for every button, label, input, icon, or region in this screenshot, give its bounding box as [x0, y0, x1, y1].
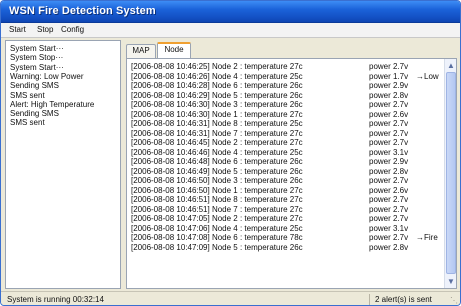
node-power-value: power 1.7v [369, 71, 409, 81]
menu-config[interactable]: Config [61, 25, 84, 34]
node-power-value: power 3.1v [369, 223, 409, 233]
system-log-line: System Stop··· [10, 53, 64, 63]
node-log-entry-text: [2006-08-08 10:46:46] Node 4 : temperatu… [131, 147, 303, 157]
node-power-value: power 2.7v [369, 100, 409, 109]
system-log-line: System Start··· [10, 62, 64, 72]
client-area: System Start··· System Stop··· System Star… [1, 38, 460, 291]
node-log-entry-text: [2006-08-08 10:46:49] Node 5 : temperatu… [131, 166, 303, 176]
node-alert-note: →Fire [416, 233, 438, 242]
system-log-line: Warning: Low Power [10, 71, 84, 81]
node-log-entry-text: [2006-08-08 10:46:29] Node 5 : temperatu… [131, 90, 303, 100]
node-log-entry-text: [2006-08-08 10:47:05] Node 2 : temperatu… [131, 214, 303, 223]
menu-bar: Start Stop Config [1, 23, 460, 38]
node-power-value: power 2.6v [369, 109, 409, 119]
node-power-value: power 2.7v [369, 233, 409, 242]
system-log-line: SMS sent [10, 118, 45, 128]
node-log-entry-text: [2006-08-08 10:47:09] Node 5 : temperatu… [131, 242, 303, 252]
node-log-entry-text: [2006-08-08 10:46:48] Node 6 : temperatu… [131, 157, 303, 166]
node-log-entry-text: [2006-08-08 10:46:31] Node 7 : temperatu… [131, 128, 303, 138]
node-log-entry-text: [2006-08-08 10:47:08] Node 6 : temperatu… [131, 233, 303, 242]
node-power-value: power 2.7v [369, 176, 409, 185]
resize-grip-icon[interactable]: ⋱ [450, 296, 458, 305]
status-running-text: System is running 00:32:14 [7, 295, 104, 304]
node-alert-note: →Low [416, 71, 439, 81]
tab-map[interactable]: MAP [126, 44, 156, 58]
node-log-entry-text: [2006-08-08 10:46:51] Node 8 : temperatu… [131, 195, 303, 204]
scroll-up-arrow-icon[interactable]: ▲ [446, 60, 456, 71]
node-log-entry-text: [2006-08-08 10:46:31] Node 8 : temperatu… [131, 119, 303, 128]
node-power-value: power 2.7v [369, 204, 409, 214]
status-bar: System is running 00:32:14 2 alert(s) is… [1, 291, 460, 305]
system-log-line: Sending SMS [10, 81, 59, 91]
node-power-value: power 2.6v [369, 185, 409, 195]
system-log-line: System Start··· [10, 44, 64, 53]
status-divider [369, 294, 370, 305]
node-power-value: power 2.9v [369, 81, 409, 90]
node-power-value: power 3.1v [369, 147, 409, 157]
node-power-value: power 2.8v [369, 242, 409, 252]
node-log-entry-text: [2006-08-08 10:46:30] Node 3 : temperatu… [131, 100, 303, 109]
tab-node[interactable]: Node [157, 42, 191, 58]
node-log-entry-text: [2006-08-08 10:46:50] Node 1 : temperatu… [131, 185, 303, 195]
menu-stop[interactable]: Stop [37, 25, 53, 34]
vertical-scrollbar[interactable]: ▲ ▼ [444, 59, 456, 288]
node-power-value: power 2.8v [369, 90, 409, 100]
system-log-line: SMS sent [10, 90, 45, 100]
node-power-value: power 2.7v [369, 119, 409, 128]
node-power-value: power 2.7v [369, 62, 409, 71]
node-log-entry-text: [2006-08-08 10:46:26] Node 4 : temperatu… [131, 71, 303, 81]
node-power-value: power 2.9v [369, 157, 409, 166]
node-power-value: power 2.7v [369, 138, 409, 147]
node-power-value: power 2.8v [369, 166, 409, 176]
node-log-entry-text: [2006-08-08 10:46:30] Node 1 : temperatu… [131, 109, 303, 119]
system-log-panel: System Start··· System Stop··· System Star… [5, 40, 121, 289]
node-log-entry-text: [2006-08-08 10:46:50] Node 3 : temperatu… [131, 176, 303, 185]
node-log-panel: [2006-08-08 10:46:25] Node 2 : temperatu… [126, 58, 457, 289]
menu-start[interactable]: Start [9, 25, 26, 34]
node-power-value: power 2.7v [369, 195, 409, 204]
system-log-line: Alert: High Temperature [10, 99, 95, 109]
node-log-entry-text: [2006-08-08 10:46:25] Node 2 : temperatu… [131, 62, 303, 71]
node-log-entry-text: [2006-08-08 10:46:28] Node 6 : temperatu… [131, 81, 303, 90]
node-power-value: power 2.7v [369, 214, 409, 223]
scrollbar-thumb[interactable] [446, 72, 456, 274]
node-log-entry-text: [2006-08-08 10:46:51] Node 7 : temperatu… [131, 204, 303, 214]
node-log-entry-text: [2006-08-08 10:46:45] Node 2 : temperatu… [131, 138, 303, 147]
node-power-value: power 2.7v [369, 128, 409, 138]
node-log-entry-text: [2006-08-08 10:47:06] Node 4 : temperatu… [131, 223, 303, 233]
window-title: WSN Fire Detection System [9, 5, 156, 17]
system-log-line: Sending SMS [10, 109, 59, 119]
scroll-down-arrow-icon[interactable]: ▼ [446, 276, 456, 287]
status-alerts-text: 2 alert(s) is sent [375, 295, 432, 304]
app-window: WSN Fire Detection System Start Stop Con… [0, 0, 461, 306]
title-bar[interactable]: WSN Fire Detection System [1, 1, 460, 23]
